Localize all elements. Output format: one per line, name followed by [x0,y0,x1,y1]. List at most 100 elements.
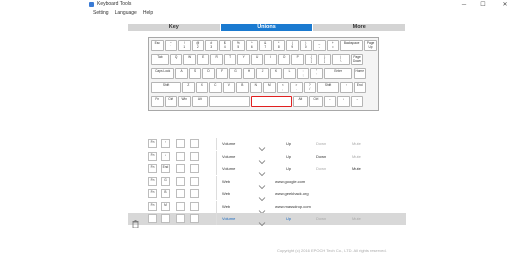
key-row5-8[interactable]: ← [323,96,337,107]
union-option-down[interactable]: Down [316,216,326,221]
key-row1-14[interactable]: Backspace [340,40,364,51]
union-key-slot[interactable]: Fn [148,164,157,173]
add-key-slot[interactable] [176,176,185,186]
union-value[interactable]: Up [286,216,291,221]
union-value[interactable]: www.massdrop.com [275,204,311,209]
key-row5-5[interactable] [250,96,292,107]
key-row1-0[interactable]: Esc [151,40,164,51]
union-option-down[interactable]: Down [316,154,326,159]
key-row2-8[interactable]: I [264,54,277,65]
union-value[interactable]: www.google.com [275,179,305,184]
key-row2-0[interactable]: Tab [151,54,169,65]
table-row[interactable]: Fn G Web www.google.com [128,175,406,189]
table-row[interactable]: Fn B Web www.geekhack.org [128,188,406,202]
add-key-slot[interactable] [176,139,185,148]
key-row5-1[interactable]: Ctrl [164,96,177,107]
union-key-slot[interactable] [148,214,157,223]
key-row5-2[interactable]: Win [178,96,191,107]
key-row1-11[interactable]: ) 0 [299,40,312,51]
union-key-slot[interactable]: End [161,164,170,173]
menu-help[interactable]: Help [143,10,153,17]
union-key-slot[interactable]: M [161,201,170,211]
key-row2-14[interactable]: Page Down [350,54,364,65]
union-action-select[interactable]: Web [222,204,230,209]
key-row3-0[interactable]: Caps Lock [151,68,175,79]
union-key-slot[interactable]: ↑ [161,139,170,148]
union-action-select[interactable]: Web [222,179,230,184]
union-key-slot[interactable]: Fn [148,189,157,198]
tab-unions[interactable]: Unions [220,24,314,31]
union-action-select[interactable]: Volume [222,216,235,221]
key-row3-12[interactable]: Enter [323,68,353,79]
union-option-mute[interactable]: Mute [352,154,361,159]
key-row1-13[interactable]: + = [326,40,339,51]
key-row4-1[interactable]: Z [182,82,195,93]
key-row3-6[interactable]: H [242,68,256,79]
key-row1-3[interactable]: @ 2 [191,40,204,51]
union-option-down[interactable]: Down [316,141,326,146]
union-key-slot[interactable]: Fn [148,201,157,211]
union-value[interactable]: www.geekhack.org [275,191,309,196]
add-key-slot[interactable] [190,189,199,198]
key-row4-10[interactable]: ? / [303,82,317,93]
key-row4-12[interactable]: ↑ [340,82,353,93]
key-row2-10[interactable]: P [291,54,304,65]
key-row2-2[interactable]: W [183,54,196,65]
add-key-slot[interactable] [176,201,185,211]
menu-setting[interactable]: Setting [93,10,109,17]
add-key-slot[interactable] [176,151,185,161]
key-row4-5[interactable]: B [236,82,249,93]
union-action-select[interactable]: Web [222,191,230,196]
union-key-slot[interactable] [161,214,170,223]
key-row2-12[interactable]: } ] [318,54,331,65]
key-row3-4[interactable]: F [215,68,229,79]
table-row[interactable]: Fn End Volume Up Down Mute [128,163,406,177]
key-row4-2[interactable]: X [195,82,209,93]
key-row1-1[interactable]: ~ ` [164,40,177,51]
union-action-select[interactable]: Volume [222,166,235,171]
key-row1-4[interactable]: # 3 [205,40,218,51]
union-key-slot[interactable]: B [161,189,170,198]
key-row3-7[interactable]: J [256,68,269,79]
trash-icon[interactable] [132,215,139,229]
key-row2-3[interactable]: E [196,54,210,65]
key-row3-9[interactable]: L [283,68,296,79]
key-row5-6[interactable]: Alt [292,96,308,107]
table-row[interactable]: Volume Up Down Mute [128,213,406,229]
add-key-slot[interactable] [176,164,185,173]
key-row3-2[interactable]: S [188,68,202,79]
add-key-slot[interactable] [190,201,199,211]
key-row5-10[interactable]: → [350,96,364,107]
key-row3-11[interactable]: " ' [310,68,323,79]
chevron-down-icon[interactable] [258,215,266,227]
key-row4-3[interactable]: C [209,82,222,93]
key-row3-10[interactable]: : ; [296,68,310,79]
union-action-select[interactable]: Volume [222,154,235,159]
key-row4-4[interactable]: V [222,82,236,93]
key-row2-13[interactable]: | \ [331,54,350,65]
add-key-slot[interactable] [190,164,199,173]
key-row1-7[interactable]: ^ 6 [245,40,258,51]
add-key-slot[interactable] [190,176,199,186]
tab-key[interactable]: Key [128,24,221,31]
key-row3-5[interactable]: G [229,68,242,79]
key-row2-9[interactable]: O [277,54,291,65]
key-row3-1[interactable]: A [175,68,188,79]
key-row5-7[interactable]: Ctrl [308,96,323,107]
add-key-slot[interactable] [176,189,185,198]
union-key-slot[interactable]: Fn [148,151,157,161]
key-row3-8[interactable]: K [269,68,283,79]
menu-language[interactable]: Language [115,10,137,17]
key-row5-4[interactable] [209,96,250,107]
key-row5-3[interactable]: Alt [191,96,209,107]
chevron-down-icon[interactable] [258,165,266,177]
table-row[interactable]: Fn ↑ Volume Up Down Mute [128,138,406,152]
union-option-down[interactable]: Down [316,166,326,171]
union-key-slot[interactable]: G [161,176,170,186]
union-key-slot[interactable]: ↓ [161,151,170,161]
close-button[interactable]: ✕ [496,0,514,10]
key-row1-8[interactable]: & 7 [259,40,272,51]
key-row4-13[interactable]: End [353,82,366,93]
key-row2-1[interactable]: Q [169,54,183,65]
add-key-slot[interactable] [190,151,199,161]
